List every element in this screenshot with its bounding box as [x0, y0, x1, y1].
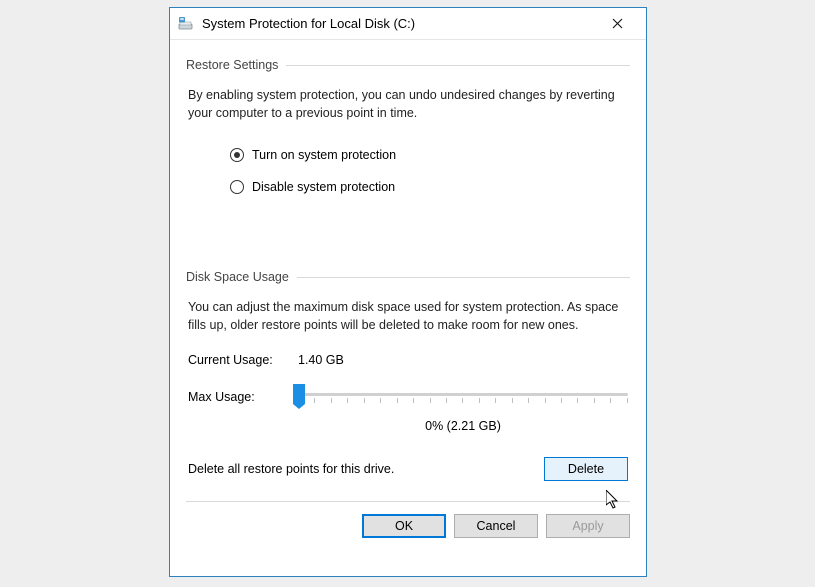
slider-thumb[interactable] [293, 384, 305, 404]
delete-description: Delete all restore points for this drive… [188, 462, 544, 476]
dialog-body: Restore Settings By enabling system prot… [170, 40, 646, 502]
current-usage-label: Current Usage: [188, 353, 298, 367]
radio-icon [230, 148, 244, 162]
restore-settings-label: Restore Settings [186, 58, 286, 72]
cancel-button-label: Cancel [477, 519, 516, 533]
cancel-button[interactable]: Cancel [454, 514, 538, 538]
slider-track [298, 393, 628, 396]
current-usage-value: 1.40 GB [298, 353, 344, 367]
radio-label: Turn on system protection [252, 148, 396, 162]
spacer [186, 216, 630, 264]
ok-button-label: OK [395, 519, 413, 533]
radio-disable-protection[interactable]: Disable system protection [230, 180, 630, 194]
close-button[interactable] [595, 9, 640, 39]
divider [297, 277, 630, 278]
max-usage-value: 0% (2.21 GB) [186, 411, 630, 441]
dialog-title: System Protection for Local Disk (C:) [202, 16, 595, 31]
ok-button[interactable]: OK [362, 514, 446, 538]
disk-space-heading: Disk Space Usage [186, 270, 630, 284]
restore-settings-description: By enabling system protection, you can u… [186, 82, 630, 134]
restore-settings-heading: Restore Settings [186, 58, 630, 72]
drive-icon [178, 16, 194, 32]
titlebar: System Protection for Local Disk (C:) [170, 8, 646, 40]
system-protection-dialog: System Protection for Local Disk (C:) Re… [169, 7, 647, 577]
close-icon [612, 18, 623, 29]
protection-radio-group: Turn on system protection Disable system… [186, 134, 630, 216]
apply-button: Apply [546, 514, 630, 538]
max-usage-row: Max Usage: [186, 373, 630, 411]
apply-button-label: Apply [572, 519, 603, 533]
delete-row: Delete all restore points for this drive… [186, 441, 630, 491]
divider [286, 65, 630, 66]
delete-button-label: Delete [568, 462, 604, 476]
slider-ticks [298, 398, 628, 406]
max-usage-label: Max Usage: [188, 390, 298, 404]
radio-turn-on-protection[interactable]: Turn on system protection [230, 148, 630, 162]
delete-button[interactable]: Delete [544, 457, 628, 481]
dialog-footer: OK Cancel Apply [170, 502, 646, 552]
radio-label: Disable system protection [252, 180, 395, 194]
current-usage-row: Current Usage: 1.40 GB [186, 347, 630, 373]
disk-space-description: You can adjust the maximum disk space us… [186, 294, 630, 346]
max-usage-slider[interactable] [298, 383, 628, 411]
radio-icon [230, 180, 244, 194]
disk-space-label: Disk Space Usage [186, 270, 297, 284]
